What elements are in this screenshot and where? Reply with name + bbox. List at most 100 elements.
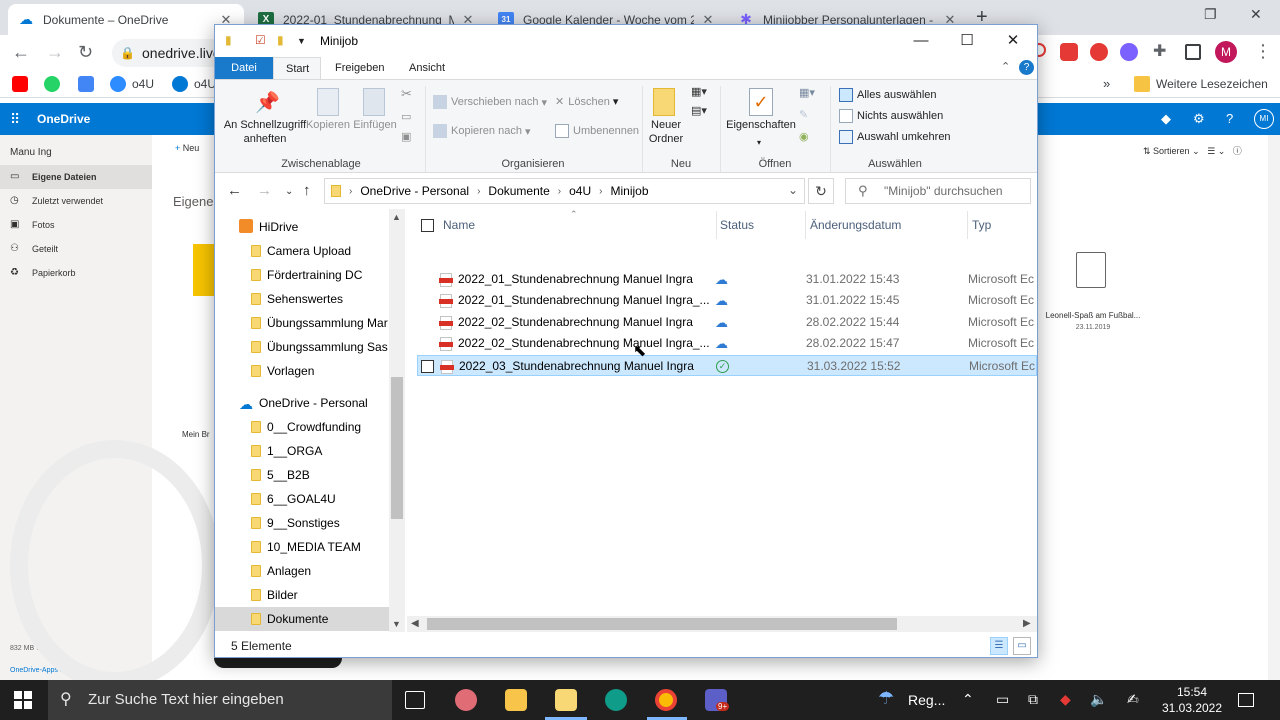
umbrella-weather-icon[interactable]: ☂ bbox=[878, 688, 894, 709]
nav-item[interactable]: 9__Sonstiges bbox=[215, 511, 389, 535]
details-view-icon[interactable]: ☰ bbox=[990, 637, 1008, 655]
new-item-icon[interactable]: ▦▾ bbox=[691, 85, 707, 98]
select-all-button[interactable]: Alles auswählen bbox=[839, 88, 937, 102]
properties-icon[interactable]: ☑ bbox=[255, 33, 266, 47]
nav-item[interactable]: 10_MEDIA TEAM bbox=[215, 535, 389, 559]
column-name[interactable]: Name bbox=[443, 209, 475, 241]
sidepanel-icon[interactable] bbox=[1185, 44, 1201, 60]
edge-icon[interactable] bbox=[605, 689, 627, 711]
nav-item[interactable]: Vorlagen bbox=[215, 359, 389, 383]
collapse-ribbon-icon[interactable]: ⌃ bbox=[1001, 60, 1010, 73]
reload-icon[interactable]: ↻ bbox=[78, 42, 93, 63]
folder-thumbnail[interactable] bbox=[193, 244, 215, 296]
snipping-tool-icon[interactable] bbox=[455, 689, 477, 711]
pen-icon[interactable]: ✍ bbox=[1127, 691, 1139, 708]
delete-button[interactable]: ✕ Löschen ▾ bbox=[555, 95, 618, 109]
rename-button[interactable]: Umbenennen bbox=[555, 124, 639, 138]
file-row[interactable]: 2022_01_Stundenabrechnung Manuel Ingra_.… bbox=[417, 290, 1037, 311]
notification-center-icon[interactable] bbox=[1238, 693, 1254, 707]
pocket-icon[interactable] bbox=[1060, 43, 1078, 61]
recent-locations-icon[interactable]: ⌄ bbox=[285, 186, 293, 197]
copy-button[interactable]: Kopieren bbox=[305, 118, 351, 132]
account-avatar[interactable]: MI bbox=[1254, 109, 1274, 129]
nav-papierkorb[interactable]: ♻ Papierkorb bbox=[0, 261, 152, 285]
bookmark-onedrive[interactable]: o4U bbox=[172, 76, 216, 92]
file-row[interactable]: 2022_02_Stundenabrechnung Manuel Ingra ☁ 2… bbox=[417, 312, 1037, 333]
tab-freigeben[interactable]: Freigeben bbox=[323, 57, 397, 79]
edit-icon[interactable]: ✎ bbox=[799, 108, 808, 121]
nav-zuletzt[interactable]: ◷ Zuletzt verwendet bbox=[0, 189, 152, 213]
asterisk-extension-icon[interactable] bbox=[1120, 43, 1138, 61]
nav-scrollbar[interactable]: ▲ ▼ bbox=[389, 209, 405, 632]
profile-avatar[interactable]: M bbox=[1215, 41, 1237, 63]
history-icon[interactable]: ◉ bbox=[799, 130, 809, 143]
scroll-right-icon[interactable]: ▶ bbox=[1023, 618, 1031, 629]
select-all-checkbox[interactable] bbox=[421, 219, 434, 232]
move-to-button[interactable]: Verschieben nach ▾ bbox=[433, 95, 547, 109]
scroll-left-icon[interactable]: ◀ bbox=[411, 618, 419, 629]
minimize-icon[interactable]: — bbox=[898, 29, 944, 53]
chevron-down-icon[interactable]: ⌄ bbox=[788, 183, 798, 197]
nav-item[interactable]: Übungssammlung Sas bbox=[215, 335, 389, 359]
file-row[interactable]: 2022_03_Stundenabrechnung Manuel Ingra ✓ 3… bbox=[417, 354, 1037, 376]
show-hidden-icons-icon[interactable]: ⌃ bbox=[962, 691, 974, 708]
task-view-icon[interactable] bbox=[405, 691, 425, 709]
new-button[interactable]: + Neu bbox=[175, 143, 199, 153]
pin-quick-access-button[interactable]: An Schnellzugriff anheften bbox=[219, 118, 311, 146]
new-folder-button[interactable]: Neuer Ordner bbox=[643, 118, 689, 146]
taskbar-search-input[interactable]: ⚲ Zur Suche Text hier eingeben bbox=[48, 680, 392, 720]
column-status[interactable]: Status bbox=[720, 209, 754, 241]
forward-arrow-icon[interactable]: → bbox=[257, 182, 272, 199]
nav-item[interactable]: Sehenswertes bbox=[215, 287, 389, 311]
other-bookmarks[interactable]: Weitere Lesezeichen bbox=[1134, 76, 1268, 92]
scroll-up-icon[interactable]: ▲ bbox=[392, 212, 401, 222]
dropdown-icon[interactable]: ▾ bbox=[757, 138, 761, 147]
scroll-down-icon[interactable]: ▼ bbox=[392, 619, 401, 629]
nav-geteilt[interactable]: ⚇ Geteilt bbox=[0, 237, 152, 261]
easy-access-icon[interactable]: ▤▾ bbox=[691, 104, 707, 117]
restore-icon[interactable]: ❐ bbox=[1204, 6, 1217, 23]
breadcrumb-onedrive[interactable]: OneDrive - Personal bbox=[360, 184, 469, 198]
scroll-thumb[interactable] bbox=[391, 377, 403, 519]
column-type[interactable]: Typ bbox=[972, 209, 991, 241]
chrome-icon[interactable] bbox=[655, 689, 677, 711]
column-date[interactable]: Änderungsdatum bbox=[810, 209, 901, 241]
customize-dropdown-icon[interactable]: ▼ bbox=[297, 36, 306, 46]
breadcrumb-o4u[interactable]: o4U bbox=[569, 184, 591, 198]
forward-arrow-icon[interactable]: → bbox=[46, 42, 64, 63]
premium-diamond-icon[interactable]: ◆ bbox=[1161, 111, 1171, 127]
file-row[interactable]: 2022_01_Stundenabrechnung Manuel Ingra ☁ 3… bbox=[417, 269, 1037, 290]
nav-item[interactable]: ☁ OneDrive - Personal bbox=[215, 391, 389, 415]
cut-icon[interactable]: ✂ bbox=[401, 86, 412, 102]
more-bookmarks-icon[interactable]: » bbox=[1103, 76, 1110, 91]
nav-eigene-dateien[interactable]: ▭ Eigene Dateien bbox=[0, 165, 152, 189]
file-row[interactable]: 2022_02_Stundenabrechnung Manuel Ingra_.… bbox=[417, 333, 1037, 354]
bookmark-whatsapp[interactable] bbox=[44, 76, 66, 92]
onedrive-brand[interactable]: OneDrive bbox=[37, 112, 90, 126]
file-explorer-icon[interactable] bbox=[555, 689, 577, 711]
invert-selection-button[interactable]: Auswahl umkehren bbox=[839, 130, 951, 144]
device-icon[interactable]: ⧉ bbox=[1028, 691, 1038, 708]
tab-datei[interactable]: Datei bbox=[215, 57, 273, 79]
nav-item[interactable]: Fördertraining DC bbox=[215, 263, 389, 287]
speaker-icon[interactable]: 🔈 bbox=[1090, 691, 1107, 708]
open-icon[interactable]: ▦▾ bbox=[799, 86, 815, 99]
nav-fotos[interactable]: ▣ Fotos bbox=[0, 213, 152, 237]
copy-to-button[interactable]: Kopieren nach ▾ bbox=[433, 124, 531, 138]
refresh-button[interactable]: ↻ bbox=[808, 178, 834, 204]
paste-shortcut-icon[interactable]: ▣ bbox=[401, 130, 411, 143]
nav-item[interactable]: Bilder bbox=[215, 583, 389, 607]
tab-ansicht[interactable]: Ansicht bbox=[397, 57, 457, 79]
bookmark-youtube[interactable] bbox=[12, 76, 34, 92]
select-none-button[interactable]: Nichts auswählen bbox=[839, 109, 943, 123]
copy-path-icon[interactable]: ▭ bbox=[401, 110, 411, 123]
battery-icon[interactable]: ▭ bbox=[996, 691, 1009, 708]
back-arrow-icon[interactable]: ← bbox=[12, 42, 30, 63]
row-checkbox[interactable] bbox=[421, 359, 434, 373]
browser-tab-onedrive[interactable]: ☁ Dokumente – OneDrive ✕ bbox=[8, 4, 244, 35]
bookmark-zoom[interactable]: o4U bbox=[110, 76, 154, 92]
url-bar[interactable]: 🔒 onedrive.live bbox=[112, 39, 227, 67]
close-icon[interactable]: ✕ bbox=[990, 29, 1036, 53]
more-menu-icon[interactable]: ⋮ bbox=[1254, 41, 1272, 62]
dropbox-icon[interactable]: ◆ bbox=[1060, 691, 1071, 708]
